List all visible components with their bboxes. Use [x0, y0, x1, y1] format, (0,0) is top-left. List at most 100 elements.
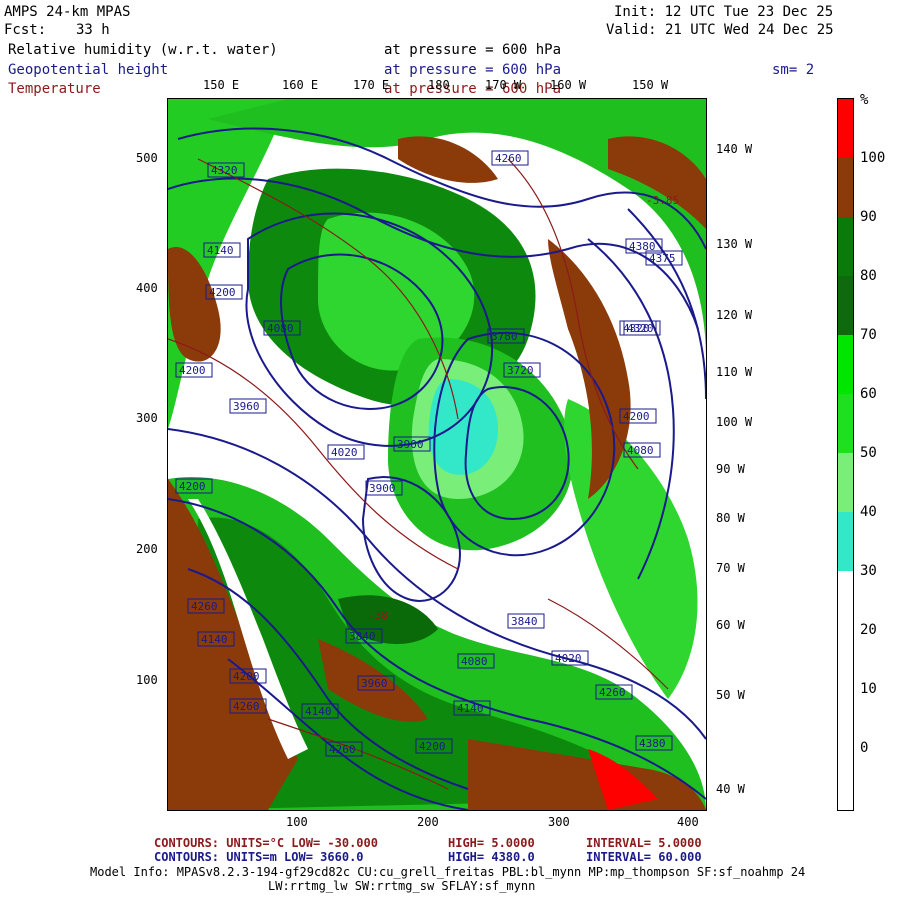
colorbar: [837, 98, 854, 811]
height-label: 4260: [599, 686, 626, 699]
model-info: Model Info: MPASv8.2.3-194-gf29cd82c CU:…: [90, 865, 806, 879]
x-tick: 100: [286, 815, 308, 829]
x-tick: 200: [417, 815, 439, 829]
colorbar-label: 30: [860, 563, 877, 579]
field-height-level: at pressure = 600 hPa: [384, 62, 562, 78]
lon-label-top: 150 E: [203, 78, 240, 92]
height-label: 4320: [211, 164, 238, 177]
field-rh-name: Relative humidity (w.r.t. water): [8, 42, 278, 58]
height-label: 4200: [419, 740, 446, 753]
smoothing-label: sm= 2: [772, 62, 815, 78]
height-contour-interval: INTERVAL= 60.000: [586, 850, 702, 864]
height-label: 4020: [331, 446, 358, 459]
colorbar-label: 20: [860, 622, 877, 638]
map-panel: 4320 4260 4380 4140 4200 4080 3960 4020 …: [167, 98, 707, 811]
lon-label-right: 40 W: [716, 782, 745, 796]
height-label: 4380: [639, 737, 666, 750]
colorbar-label: 40: [860, 504, 877, 520]
height-label: 4080: [267, 322, 294, 335]
y-tick: 500: [136, 151, 158, 165]
field-rh-level: at pressure = 600 hPa: [384, 42, 562, 58]
x-tick: 300: [548, 815, 570, 829]
height-label: 4200: [209, 286, 236, 299]
height-label: 4260: [191, 600, 218, 613]
height-label: 3840: [511, 615, 538, 628]
height-label: 4200: [233, 670, 260, 683]
valid-time: Valid: 21 UTC Wed 24 Dec 25: [606, 22, 834, 38]
height-label: 4140: [305, 705, 332, 718]
height-label: 4140: [201, 633, 228, 646]
y-tick: 400: [136, 281, 158, 295]
temp-label: -3.85: [646, 194, 679, 207]
field-temp-level: at pressure = 600 hPa: [384, 81, 562, 97]
height-label: 3960: [361, 677, 388, 690]
colorbar-segment: [838, 571, 853, 810]
colorbar-segment: [838, 394, 853, 453]
y-tick: 300: [136, 411, 158, 425]
lon-label-right: 110 W: [716, 365, 753, 379]
y-tick: 100: [136, 673, 158, 687]
lon-label-top: 160 W: [550, 78, 587, 92]
height-label: 4080: [627, 444, 654, 457]
height-label: 4200: [179, 480, 206, 493]
height-label: 4140: [457, 702, 484, 715]
lon-label-right: 60 W: [716, 618, 745, 632]
colorbar-segment: [838, 276, 853, 335]
height-label: 4260: [495, 152, 522, 165]
height-label: 4140: [207, 244, 234, 257]
model-info-2: LW:rrtmg_lw SW:rrtmg_sw SFLAY:sf_mynn: [268, 879, 536, 893]
init-time: Init: 12 UTC Tue 23 Dec 25: [614, 4, 834, 20]
lon-label-right: 100 W: [716, 415, 753, 429]
height-label: 4260: [233, 700, 260, 713]
lon-label-top: 170 W: [485, 78, 522, 92]
height-label: 3780: [491, 330, 518, 343]
lon-label-top: 170 E: [353, 78, 390, 92]
fcst-label: Fcst:: [4, 22, 47, 38]
height-label: 4260: [329, 743, 356, 756]
field-height-name: Geopotential height: [8, 62, 169, 78]
model-title: AMPS 24-km MPAS: [4, 4, 131, 20]
colorbar-segment: [838, 158, 853, 217]
height-label: 4020: [555, 652, 582, 665]
height-label: 3720: [507, 364, 534, 377]
temp-contour-info: CONTOURS: UNITS=°C LOW= -30.000: [154, 836, 378, 850]
colorbar-label: 0: [860, 740, 869, 756]
y-tick: 200: [136, 542, 158, 556]
lon-label-top: 150 W: [632, 78, 669, 92]
colorbar-label: 70: [860, 327, 877, 343]
colorbar-label: 80: [860, 268, 877, 284]
colorbar-segment: [838, 99, 853, 158]
lon-label-right: 130 W: [716, 237, 753, 251]
lon-label-top: 180: [428, 78, 450, 92]
height-label: 4080: [461, 655, 488, 668]
height-label: 4375: [649, 252, 676, 265]
height-label: 3960: [233, 400, 260, 413]
temp-contour-interval: INTERVAL= 5.0000: [586, 836, 702, 850]
colorbar-segment: [838, 512, 853, 571]
rh-field: 4320 4260 4380 4140 4200 4080 3960 4020 …: [168, 99, 706, 810]
colorbar-unit: %: [860, 92, 869, 108]
temp-label: -38: [368, 609, 388, 622]
height-label: 3840: [349, 630, 376, 643]
height-label: 4200: [623, 410, 650, 423]
colorbar-label: 60: [860, 386, 877, 402]
colorbar-segment: [838, 335, 853, 394]
height-contour-info: CONTOURS: UNITS=m LOW= 3660.0: [154, 850, 364, 864]
colorbar-label: 90: [860, 209, 877, 225]
lon-label-top: 160 E: [282, 78, 319, 92]
fcst-value: 33 h: [76, 22, 110, 38]
lon-label-right: 70 W: [716, 561, 745, 575]
temp-contour-high: HIGH= 5.0000: [448, 836, 535, 850]
colorbar-segment: [838, 453, 853, 512]
colorbar-label: 10: [860, 681, 877, 697]
x-tick: 400: [677, 815, 699, 829]
height-label: 4320: [627, 322, 654, 335]
colorbar-label: 50: [860, 445, 877, 461]
lon-label-right: 80 W: [716, 511, 745, 525]
height-contour-high: HIGH= 4380.0: [448, 850, 535, 864]
lon-label-right: 50 W: [716, 688, 745, 702]
height-label: 3900: [397, 438, 424, 451]
field-temp-name: Temperature: [8, 81, 101, 97]
colorbar-label: 100: [860, 150, 886, 166]
height-label: 3900: [369, 482, 396, 495]
